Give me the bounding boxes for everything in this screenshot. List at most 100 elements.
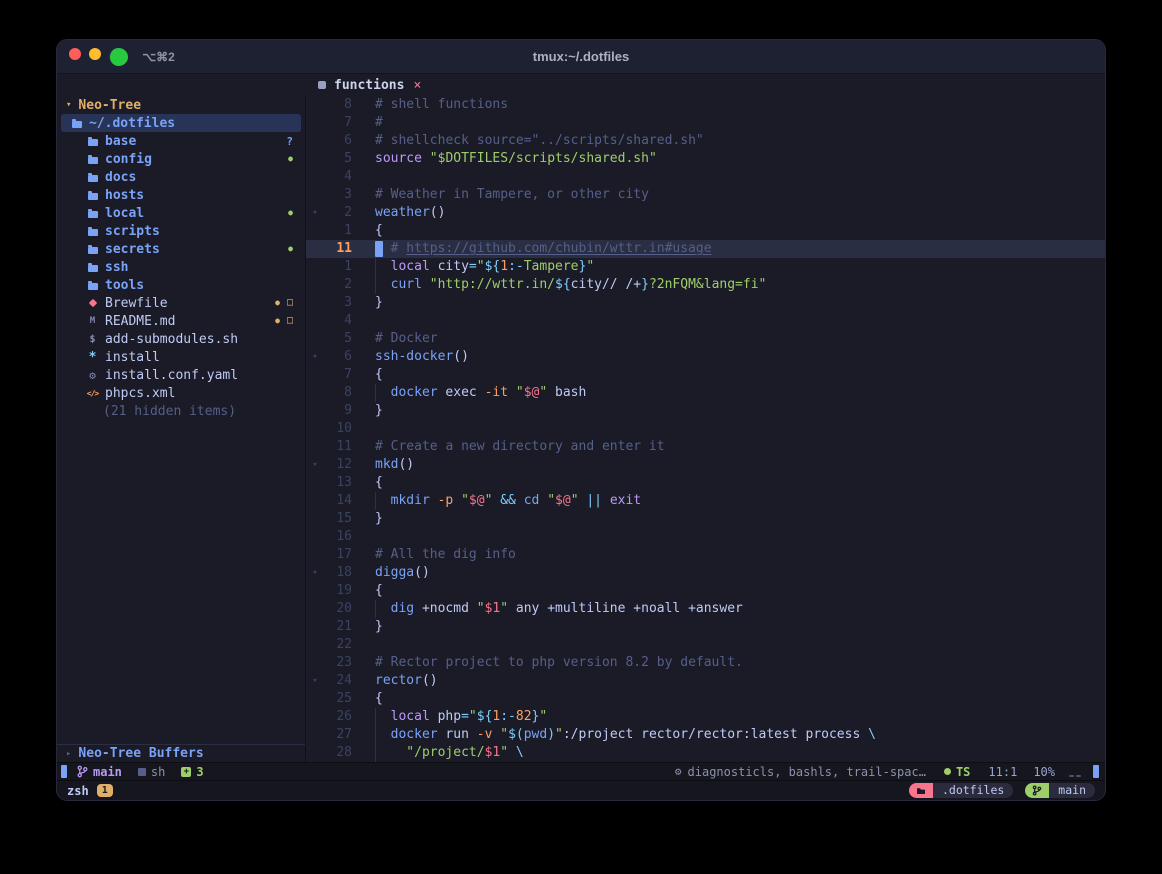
fold-chevron-icon[interactable]: ▾ [306, 456, 324, 474]
code-line[interactable]: 5source "$DOTFILES/scripts/shared.sh" [306, 150, 1105, 168]
line-number: 17 [324, 546, 352, 564]
code-line[interactable]: 11 # https://github.com/chubin/wttr.in#u… [306, 240, 1105, 258]
code-text: local php="${1:-82}" [352, 708, 547, 726]
code-segment [453, 493, 461, 508]
code-segment: "$DOTFILES/scripts/shared.sh" [430, 151, 657, 166]
tree-item-hosts[interactable]: hosts [57, 186, 305, 204]
code-segment [391, 745, 407, 760]
code-line[interactable]: ▾12mkd() [306, 456, 1105, 474]
minimize-window-button[interactable] [89, 48, 101, 60]
git-modified-badge: ● [275, 299, 280, 307]
code-segment: Tampere [524, 259, 579, 274]
fold-chevron-icon [306, 492, 324, 510]
code-line[interactable]: ▾2weather() [306, 204, 1105, 222]
code-segment [508, 745, 516, 760]
code-line[interactable]: 25{ [306, 690, 1105, 708]
tree-item-docs[interactable]: docs [57, 168, 305, 186]
code-line[interactable]: 7{ [306, 366, 1105, 384]
code-line[interactable]: 8# shell functions [306, 96, 1105, 114]
tree-item-add-submodules.sh[interactable]: $add-submodules.sh [57, 330, 305, 348]
tree-item-scripts[interactable]: scripts [57, 222, 305, 240]
code-segment: -v [477, 727, 493, 742]
code-text: # Docker [352, 330, 438, 348]
tree-item-ssh[interactable]: ssh [57, 258, 305, 276]
tree-item-tools[interactable]: tools [57, 276, 305, 294]
indent-guide [375, 600, 391, 618]
tmux-session-name: zsh [67, 784, 89, 798]
code-line[interactable]: 8docker exec -it "$@" bash [306, 384, 1105, 402]
code-line[interactable]: 13{ [306, 474, 1105, 492]
code-line[interactable]: 20dig +nocmd "$1" any +multiline +noall … [306, 600, 1105, 618]
code-segment: cd [524, 493, 540, 508]
code-line[interactable]: 6# shellcheck source="../scripts/shared.… [306, 132, 1105, 150]
code-line[interactable]: 3# Weather in Tampere, or other city [306, 186, 1105, 204]
fold-chevron-icon[interactable]: ▾ [306, 348, 324, 366]
code-line[interactable]: 22 [306, 636, 1105, 654]
tab-functions[interactable]: functions × [318, 78, 421, 93]
tree-item-install[interactable]: *install [57, 348, 305, 366]
code-text: # shell functions [352, 96, 508, 114]
tree-item-label: ssh [105, 260, 128, 275]
close-window-button[interactable] [69, 48, 81, 60]
fold-chevron-icon[interactable]: ▾ [306, 204, 324, 222]
zoom-window-button[interactable] [109, 48, 128, 66]
code-line[interactable]: ▾6ssh-docker() [306, 348, 1105, 366]
code-line[interactable]: 2curl "http://wttr.in/${city// /+}?2nFQM… [306, 276, 1105, 294]
code-segment: { [375, 223, 383, 238]
code-line[interactable]: 17# All the dig info [306, 546, 1105, 564]
git-branch-name: main [93, 765, 122, 779]
fold-chevron-icon [306, 168, 324, 186]
code-segment: # [375, 115, 383, 130]
code-segment: # [391, 241, 407, 256]
tree-item-base[interactable]: base? [57, 132, 305, 150]
code-line[interactable]: 19{ [306, 582, 1105, 600]
code-line[interactable]: 10 [306, 420, 1105, 438]
code-line[interactable]: 14mkdir -p "$@" && cd "$@" || exit [306, 492, 1105, 510]
tree-item-config[interactable]: config● [57, 150, 305, 168]
fold-chevron-icon[interactable]: ▾ [306, 564, 324, 582]
code-line[interactable]: 28 "/project/$1" \ [306, 744, 1105, 762]
code-line[interactable]: ▾24rector() [306, 672, 1105, 690]
code-line[interactable]: 26local php="${1:-82}" [306, 708, 1105, 726]
code-segment: # Docker [375, 331, 438, 346]
code-line[interactable]: 5# Docker [306, 330, 1105, 348]
code-line[interactable]: 4 [306, 312, 1105, 330]
line-number: 23 [324, 654, 352, 672]
line-number: 2 [324, 204, 352, 222]
tree-item-local[interactable]: local● [57, 204, 305, 222]
tree-item-label: install [105, 350, 160, 365]
neotree-title: Neo-Tree [78, 98, 141, 113]
tab-close-icon[interactable]: × [413, 78, 421, 93]
code-line[interactable]: 16 [306, 528, 1105, 546]
tree-item-label: local [105, 206, 144, 221]
tree-item-README.md[interactable]: MREADME.md●□ [57, 312, 305, 330]
tree-item-Brewfile[interactable]: Brewfile●□ [57, 294, 305, 312]
code-line[interactable]: 3} [306, 294, 1105, 312]
code-line[interactable]: 11# Create a new directory and enter it [306, 438, 1105, 456]
code-line[interactable]: 9} [306, 402, 1105, 420]
code-line[interactable]: 23# Rector project to php version 8.2 by… [306, 654, 1105, 672]
tree-item-secrets[interactable]: secrets● [57, 240, 305, 258]
code-segment: exit [602, 493, 641, 508]
code-segment: " [477, 259, 485, 274]
code-line[interactable]: 4 [306, 168, 1105, 186]
code-line[interactable]: ▾18digga() [306, 564, 1105, 582]
tmux-window-index-badge[interactable]: 1 [97, 784, 113, 797]
tree-item-install.conf.yaml[interactable]: ⚙install.conf.yaml [57, 366, 305, 384]
neotree-panel: ▾ Neo-Tree ~/.dotfiles base?config●docsh… [57, 96, 306, 762]
tree-root-label: ~/.dotfiles [89, 116, 175, 131]
code-line[interactable]: 21} [306, 618, 1105, 636]
code-line[interactable]: 1{ [306, 222, 1105, 240]
code-line[interactable]: 27docker run -v "$(pwd)":/project rector… [306, 726, 1105, 744]
line-number: 1 [324, 258, 352, 276]
fold-chevron-icon[interactable]: ▾ [306, 672, 324, 690]
code-line[interactable]: 15} [306, 510, 1105, 528]
code-line[interactable]: 1local city="${1:-Tampere}" [306, 258, 1105, 276]
tree-root-dotfiles[interactable]: ~/.dotfiles [61, 114, 301, 132]
neotree-buffers-section[interactable]: ▸ Neo-Tree Buffers [57, 744, 305, 762]
code-line[interactable]: 7# [306, 114, 1105, 132]
line-number: 22 [324, 636, 352, 654]
tree-item-phpcs.xml[interactable]: </>phpcs.xml [57, 384, 305, 402]
code-segment [383, 241, 391, 256]
fold-chevron-icon [306, 186, 324, 204]
